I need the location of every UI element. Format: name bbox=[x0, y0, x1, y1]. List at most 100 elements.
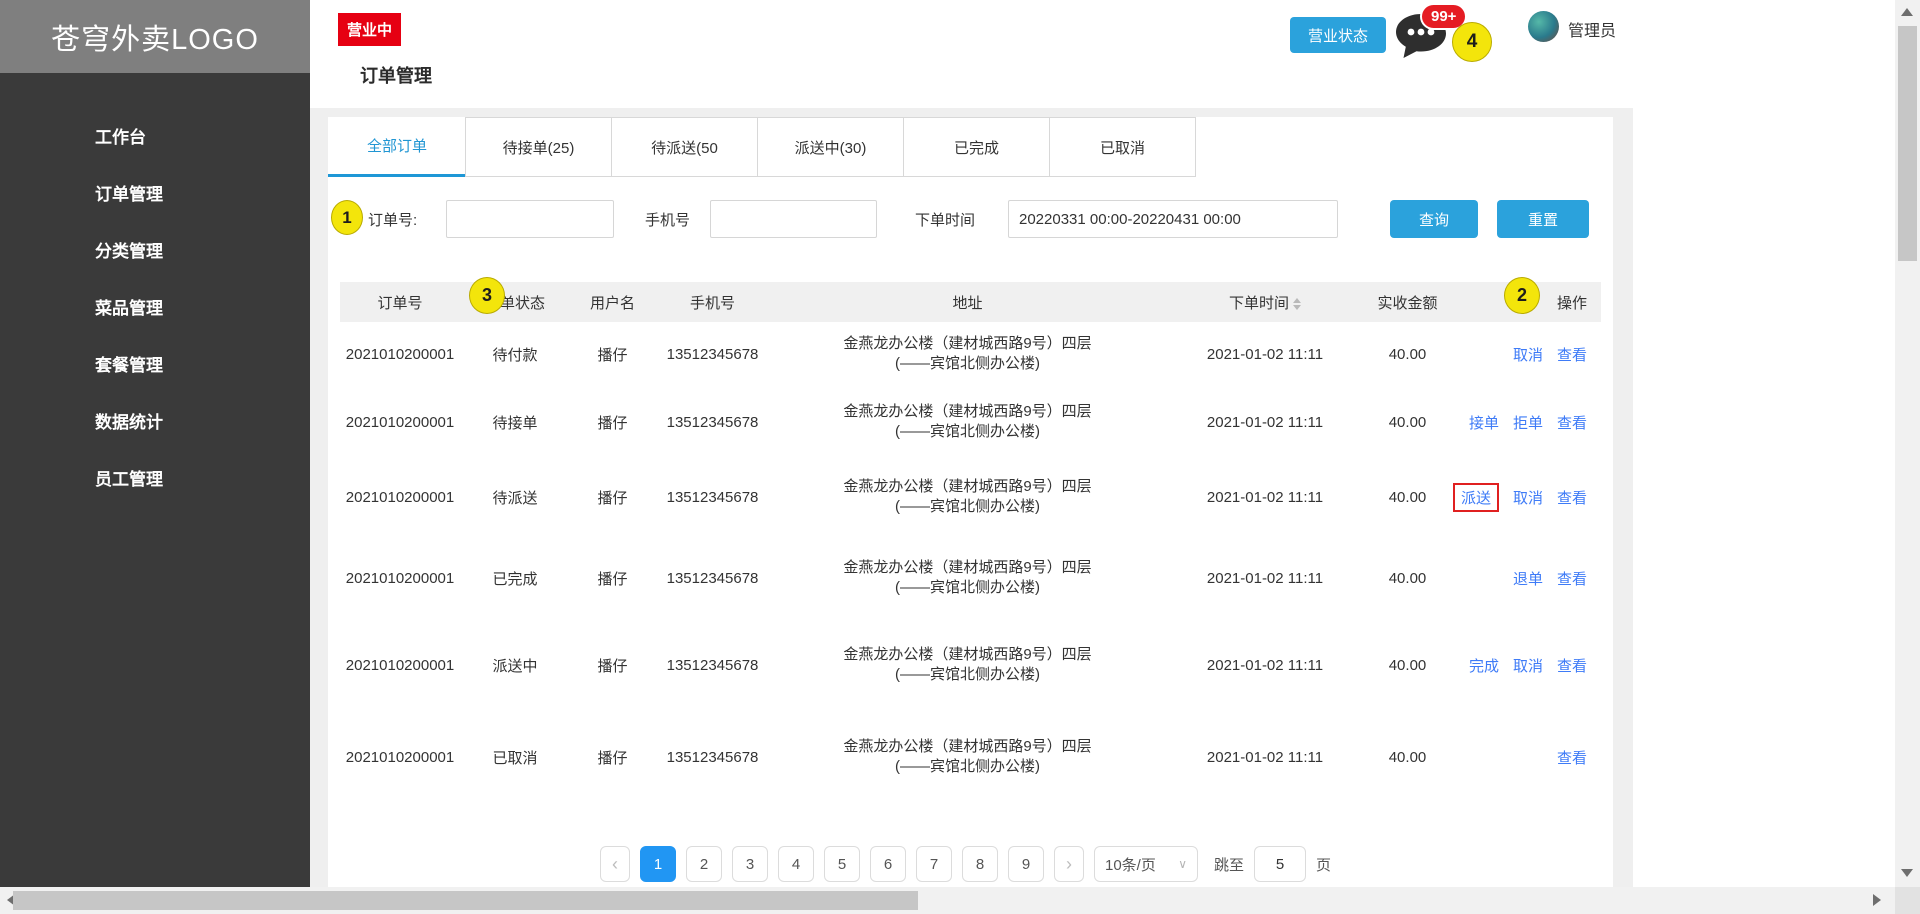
cell-amount: 40.00 bbox=[1388, 748, 1427, 766]
annotation-circle-3: 3 bbox=[469, 277, 505, 314]
table-row: 2021010200001 已完成 播仔 13512345678 金燕龙办公楼（建材城西… bbox=[340, 536, 1601, 620]
action-link[interactable]: 完成 bbox=[1469, 655, 1499, 676]
cell-status: 待接单 bbox=[492, 414, 538, 432]
cell-amount: 40.00 bbox=[1388, 345, 1427, 363]
action-link[interactable]: 拒单 bbox=[1513, 412, 1543, 433]
sidebar-item-3[interactable]: 菜品管理 bbox=[0, 280, 310, 337]
page-button-4[interactable]: 4 bbox=[778, 846, 814, 882]
admin-name[interactable]: 管理员 bbox=[1568, 17, 1616, 41]
app-logo: 苍穹外卖LOGO bbox=[0, 0, 310, 73]
action-link[interactable]: 退单 bbox=[1513, 568, 1543, 589]
horizontal-scrollbar[interactable] bbox=[0, 887, 1895, 914]
column-header-label-0: 订单号 bbox=[377, 294, 423, 312]
cell-user: 播仔 bbox=[597, 489, 628, 507]
avatar[interactable] bbox=[1528, 11, 1559, 42]
cell-actions: 退单 查看 bbox=[1450, 568, 1601, 589]
action-link[interactable]: 查看 bbox=[1557, 568, 1587, 589]
action-link[interactable]: 接单 bbox=[1469, 412, 1499, 433]
action-link[interactable]: 取消 bbox=[1513, 344, 1543, 365]
page-button-5[interactable]: 5 bbox=[824, 846, 860, 882]
cell-status: 派送中 bbox=[492, 657, 538, 675]
table-row: 2021010200001 派送中 播仔 13512345678 金燕龙办公楼（建材城西… bbox=[340, 620, 1601, 710]
table-row: 2021010200001 已取消 播仔 13512345678 金燕龙办公楼（建材城西… bbox=[340, 710, 1601, 804]
cell-address: 金燕龙办公楼（建材城西路9号）四层 (——宾馆北侧办公楼) bbox=[770, 477, 1165, 517]
cell-status: 待付款 bbox=[492, 346, 538, 364]
sidebar-item-5[interactable]: 数据统计 bbox=[0, 394, 310, 451]
right-blank-panel bbox=[1633, 108, 1895, 887]
tab-4[interactable]: 已完成 bbox=[903, 117, 1050, 177]
cell-user: 播仔 bbox=[597, 414, 628, 432]
scroll-right-arrow-icon[interactable] bbox=[1873, 894, 1881, 906]
cell-time: 2021-01-02 11:11 bbox=[1206, 656, 1324, 674]
order-time-input[interactable] bbox=[1008, 200, 1338, 238]
cell-actions: 取消 查看 bbox=[1450, 344, 1601, 365]
page-button-1[interactable]: 1 bbox=[640, 846, 676, 882]
table-row: 2021010200001 待付款 播仔 13512345678 金燕龙办公楼（建材城西… bbox=[340, 322, 1601, 386]
sidebar-item-0[interactable]: 工作台 bbox=[0, 109, 310, 166]
action-link[interactable]: 查看 bbox=[1557, 412, 1587, 433]
filter-bar: 订单号: 手机号 下单时间 查询 重置 bbox=[328, 195, 1613, 245]
prev-page-button[interactable]: ‹ bbox=[600, 846, 630, 882]
cell-actions: 派送 取消 查看 bbox=[1450, 482, 1601, 512]
address-line-1: 金燕龙办公楼（建材城西路9号）四层 bbox=[843, 738, 1092, 755]
cell-order-no: 2021010200001 bbox=[345, 569, 455, 587]
page-button-7[interactable]: 7 bbox=[916, 846, 952, 882]
tab-0[interactable]: 全部订单 bbox=[328, 117, 466, 177]
pagination: ‹ 123456789 › 10条/页 ∨ 跳至 页 bbox=[600, 845, 1331, 883]
tab-5[interactable]: 已取消 bbox=[1049, 117, 1196, 177]
action-link[interactable]: 派送 bbox=[1452, 482, 1499, 512]
search-button[interactable]: 查询 bbox=[1390, 200, 1478, 238]
page-button-3[interactable]: 3 bbox=[732, 846, 768, 882]
cell-time: 2021-01-02 11:11 bbox=[1206, 748, 1324, 766]
action-link[interactable]: 查看 bbox=[1557, 747, 1587, 768]
open-status-badge: 营业中 bbox=[338, 13, 402, 46]
column-header-0: 订单号 bbox=[340, 292, 460, 313]
cell-phone: 13512345678 bbox=[666, 748, 759, 766]
sidebar-item-4[interactable]: 套餐管理 bbox=[0, 337, 310, 394]
scroll-up-arrow-icon[interactable] bbox=[1901, 8, 1913, 16]
page-button-2[interactable]: 2 bbox=[686, 846, 722, 882]
action-link[interactable]: 查看 bbox=[1557, 487, 1587, 508]
column-header-4: 地址 bbox=[770, 292, 1165, 313]
sort-icon[interactable] bbox=[1293, 297, 1301, 310]
cell-amount: 40.00 bbox=[1388, 488, 1427, 506]
page-button-9[interactable]: 9 bbox=[1008, 846, 1044, 882]
reset-button[interactable]: 重置 bbox=[1497, 200, 1589, 238]
tab-1[interactable]: 待接单(25) bbox=[465, 117, 612, 177]
page-button-8[interactable]: 8 bbox=[962, 846, 998, 882]
vertical-scroll-thumb[interactable] bbox=[1898, 26, 1917, 261]
tab-2[interactable]: 待派送(50 bbox=[611, 117, 758, 177]
cell-actions: 查看 bbox=[1450, 747, 1601, 768]
cell-status: 待派送 bbox=[492, 489, 538, 507]
scroll-down-arrow-icon[interactable] bbox=[1901, 869, 1913, 877]
business-status-button[interactable]: 营业状态 bbox=[1290, 17, 1386, 53]
page-title: 订单管理 bbox=[360, 66, 432, 86]
cell-actions: 完成 取消 查看 bbox=[1450, 655, 1601, 676]
sidebar-item-6[interactable]: 员工管理 bbox=[0, 451, 310, 508]
cell-order-no: 2021010200001 bbox=[345, 345, 455, 363]
horizontal-scroll-thumb[interactable] bbox=[13, 891, 918, 910]
sidebar: 工作台 订单管理 分类管理 菜品管理 套餐管理 数据统计 员工管理 bbox=[0, 73, 310, 887]
page-button-6[interactable]: 6 bbox=[870, 846, 906, 882]
order-no-input[interactable] bbox=[446, 200, 614, 238]
sidebar-item-2[interactable]: 分类管理 bbox=[0, 223, 310, 280]
action-link[interactable]: 查看 bbox=[1557, 344, 1587, 365]
address-line-1: 金燕龙办公楼（建材城西路9号）四层 bbox=[843, 335, 1092, 352]
sidebar-item-1[interactable]: 订单管理 bbox=[0, 166, 310, 223]
address-line-1: 金燕龙办公楼（建材城西路9号）四层 bbox=[843, 559, 1092, 576]
annotation-circle-2: 2 bbox=[1504, 277, 1540, 314]
next-page-button[interactable]: › bbox=[1054, 846, 1084, 882]
action-link[interactable]: 取消 bbox=[1513, 655, 1543, 676]
cell-order-no: 2021010200001 bbox=[345, 413, 455, 431]
jump-to-input[interactable] bbox=[1254, 846, 1307, 882]
action-link[interactable]: 取消 bbox=[1513, 487, 1543, 508]
phone-input[interactable] bbox=[710, 200, 877, 238]
tab-3[interactable]: 派送中(30) bbox=[757, 117, 904, 177]
action-link[interactable]: 查看 bbox=[1557, 655, 1587, 676]
cell-time: 2021-01-02 11:11 bbox=[1206, 488, 1324, 506]
column-header-5[interactable]: 下单时间 bbox=[1165, 292, 1365, 313]
cell-order-no: 2021010200001 bbox=[345, 488, 455, 506]
cell-amount: 40.00 bbox=[1388, 413, 1427, 431]
page-size-select[interactable]: 10条/页 ∨ bbox=[1094, 846, 1198, 882]
vertical-scrollbar[interactable] bbox=[1895, 0, 1920, 887]
